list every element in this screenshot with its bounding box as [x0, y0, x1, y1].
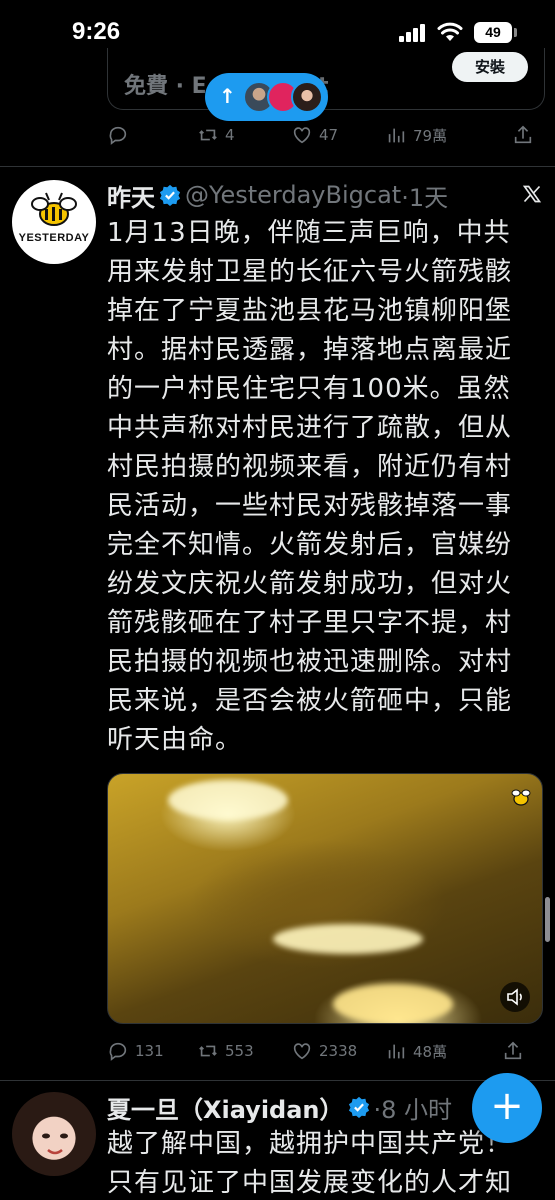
- tweet-text-line: 完全不知情。火箭发射后，官媒纷: [107, 530, 513, 560]
- tweet-text: 越了解中国，越拥护中国共产党！ 只有见证了中国发展变化的人才知: [107, 1125, 547, 1200]
- views-button[interactable]: 79萬: [385, 124, 447, 146]
- tweet-text-line: 用来发射卫星的长征六号火箭残骸: [107, 257, 513, 287]
- retweet-icon: [199, 1045, 217, 1057]
- tweet-time[interactable]: ·8 小时: [374, 1090, 453, 1125]
- heart-icon: [293, 1043, 311, 1060]
- arrow-up-icon: ↑: [219, 84, 236, 108]
- reply-icon: [109, 1042, 127, 1061]
- tweet-text-line: 箭残骸砸在了村子里只字不提，村: [107, 608, 513, 638]
- tweet-text-line: 纷发文庆祝火箭发射成功，但对火: [107, 569, 513, 599]
- tweet-text-line: 1月13日晚，伴随三声巨响，中共: [107, 218, 511, 248]
- tweet-text-line: 听天由命。: [107, 725, 243, 755]
- tweet-text-line: 民拍摄的视频也被迅速删除。对村: [107, 647, 513, 677]
- avatar: [291, 81, 323, 113]
- heart-icon: [293, 127, 311, 144]
- divider: [0, 166, 555, 167]
- views-button[interactable]: 48萬: [385, 1040, 447, 1062]
- status-time: 9:26: [72, 18, 121, 45]
- handle[interactable]: @YesterdayBigcat: [185, 181, 401, 209]
- display-name[interactable]: 夏一旦（Xiayidan）: [107, 1090, 344, 1125]
- wifi-icon: [437, 22, 463, 41]
- tweet-header: 昨天 @YesterdayBigcat ·1天: [107, 178, 448, 212]
- tweet-text-line: 民来说，是否会被火箭砸中，只能: [107, 686, 513, 716]
- verified-badge-icon: [159, 184, 181, 206]
- reply-button[interactable]: 131: [107, 1040, 164, 1062]
- flame-highlight: [333, 984, 453, 1023]
- share-icon[interactable]: [512, 124, 534, 146]
- tweet-text: 1月13日晚，伴随三声巨响，中共 用来发射卫星的长征六号火箭残骸 掉在了宁夏盐池县花…: [107, 214, 547, 760]
- views-icon: [388, 1044, 405, 1059]
- reply-icon: [109, 126, 127, 145]
- mute-button[interactable]: [500, 982, 530, 1012]
- compose-button[interactable]: +: [472, 1073, 542, 1143]
- portrait-icon: [42, 1133, 68, 1155]
- verified-badge-icon: [348, 1096, 369, 1118]
- watermark-bee-icon: [511, 789, 531, 806]
- avatar[interactable]: [12, 1092, 96, 1176]
- like-button[interactable]: 47: [291, 124, 338, 146]
- display-name[interactable]: 昨天: [107, 178, 155, 213]
- tweet-time[interactable]: ·1天: [401, 178, 448, 213]
- tweet-text-line: 的一户村民住宅只有100米。虽然: [107, 374, 511, 404]
- tweet-text-line: 中共声称对村民进行了疏散，但从: [107, 413, 513, 443]
- install-button[interactable]: 安裝: [452, 52, 528, 82]
- tweet-header: 夏一旦（Xiayidan） ·8 小时: [107, 1090, 452, 1124]
- flame-highlight: [273, 924, 423, 954]
- scrollbar[interactable]: [545, 897, 550, 942]
- prev-tweet-actions: 4 47 79萬: [107, 124, 537, 150]
- x-logo-icon[interactable]: [522, 184, 542, 204]
- cellular-signal-icon: [399, 24, 425, 42]
- views-icon: [388, 128, 405, 143]
- avatar-text: YESTERDAY: [18, 232, 90, 244]
- like-button[interactable]: 2338: [291, 1040, 357, 1062]
- retweet-button[interactable]: 4: [197, 124, 235, 146]
- battery-indicator: 49: [474, 22, 512, 43]
- reply-button[interactable]: [107, 124, 135, 146]
- retweet-button[interactable]: 553: [197, 1040, 254, 1062]
- bee-logo-icon: [31, 192, 77, 226]
- tweet-text-line: 民活动，一些村民对残骸掉落一事: [107, 491, 513, 521]
- tweet-text-line: 村民拍摄的视频来看，附近仍有村: [107, 452, 513, 482]
- tweet-text-line: 掉在了宁夏盐池县花马池镇柳阳堡: [107, 296, 513, 326]
- tweet-actions: 131 553 2338 48萬: [107, 1040, 537, 1066]
- video-player[interactable]: [107, 773, 543, 1024]
- retweet-icon: [199, 129, 217, 141]
- speaker-muted-icon: [507, 988, 522, 1006]
- avatar[interactable]: YESTERDAY: [12, 180, 96, 264]
- battery-tip: [514, 28, 517, 37]
- tweet-text-line: 村。据村民透露，掉落地点离最近: [107, 335, 513, 365]
- share-icon[interactable]: [502, 1040, 524, 1062]
- divider: [0, 1080, 555, 1081]
- flame-highlight: [168, 780, 288, 820]
- tweet-text-line: 只有见证了中国发展变化的人才知: [107, 1168, 513, 1198]
- new-posts-pill[interactable]: ↑: [205, 73, 328, 121]
